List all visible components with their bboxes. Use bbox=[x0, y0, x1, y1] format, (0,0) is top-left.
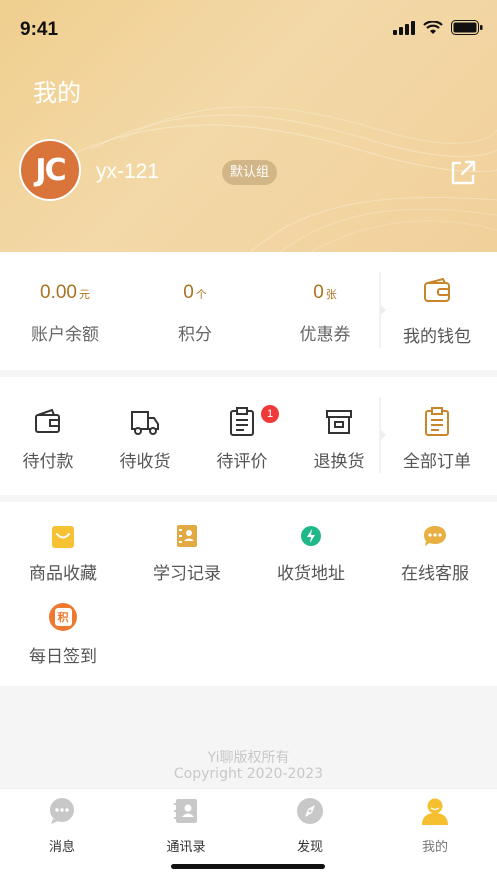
orders-card: 待付款 待收货 1 待评价 退换货 全部订单 bbox=[0, 377, 497, 495]
all-orders-button[interactable]: 全部订单 bbox=[382, 377, 492, 495]
wallet-button[interactable]: 我的钱包 bbox=[382, 252, 492, 370]
daily-checkin-button[interactable]: 积 每日签到 bbox=[8, 592, 118, 682]
tab-discover[interactable]: 发现 bbox=[248, 797, 372, 855]
tab-discover-label: 发现 bbox=[296, 840, 323, 855]
address-button[interactable]: 收货地址 bbox=[256, 502, 366, 584]
clipboard-icon bbox=[230, 407, 254, 436]
tab-messages[interactable]: 消息 bbox=[0, 797, 124, 855]
wifi-icon bbox=[423, 20, 443, 34]
points-label: 积分 bbox=[178, 325, 212, 345]
group-badge: 默认组 bbox=[222, 160, 278, 185]
home-indicator bbox=[171, 864, 325, 869]
compass-icon bbox=[297, 798, 323, 824]
customer-service-label: 在线客服 bbox=[401, 564, 469, 584]
tab-me[interactable]: 我的 bbox=[373, 797, 497, 855]
page-title: 我的 bbox=[33, 79, 81, 107]
wallet-label: 我的钱包 bbox=[403, 327, 471, 347]
balance-label: 账户余额 bbox=[31, 325, 99, 345]
tab-me-label: 我的 bbox=[421, 840, 448, 855]
address-label: 收货地址 bbox=[277, 564, 345, 584]
order-pending-payment[interactable]: 待付款 bbox=[0, 377, 103, 495]
balance-value: 0.00 bbox=[40, 282, 77, 303]
coupons-value: 0 bbox=[313, 282, 324, 303]
signal-icon bbox=[393, 20, 415, 35]
balance-unit: 元 bbox=[78, 289, 90, 301]
order-pending-review[interactable]: 1 待评价 bbox=[187, 377, 297, 495]
status-time: 9:41 bbox=[20, 19, 59, 40]
contacts-icon bbox=[174, 799, 197, 823]
clipboard-list-icon bbox=[425, 407, 449, 436]
coupons-label: 优惠券 bbox=[299, 325, 351, 345]
tab-contacts[interactable]: 通讯录 bbox=[124, 797, 248, 855]
sign-in-icon: 积 bbox=[49, 603, 77, 631]
points-value: 0 bbox=[183, 282, 194, 303]
truck-icon bbox=[131, 411, 159, 435]
archive-box-icon bbox=[326, 410, 352, 434]
copyright-line2: Copyright 2020-2023 bbox=[173, 766, 324, 782]
order-pending-receipt[interactable]: 待收货 bbox=[90, 377, 200, 495]
status-icons bbox=[393, 20, 483, 35]
message-icon bbox=[50, 798, 74, 824]
all-orders-label: 全部订单 bbox=[403, 452, 471, 472]
study-records-label: 学习记录 bbox=[153, 564, 221, 584]
favorites-label: 商品收藏 bbox=[29, 564, 97, 584]
coupons-unit: 张 bbox=[325, 289, 337, 301]
tab-messages-label: 消息 bbox=[48, 840, 75, 855]
study-records-button[interactable]: 学习记录 bbox=[132, 502, 242, 584]
review-count-badge: 1 bbox=[261, 405, 279, 423]
wallet-outline-icon bbox=[35, 408, 60, 433]
order-pending-receipt-label: 待收货 bbox=[119, 452, 171, 472]
location-icon bbox=[301, 526, 321, 546]
external-link-icon[interactable] bbox=[449, 159, 477, 187]
avatar[interactable]: JC bbox=[19, 139, 81, 201]
account-card: 0.00 元 账户余额 0个 积分 0张 优惠券 我的钱包 bbox=[0, 252, 497, 370]
status-bar: 9:41 bbox=[0, 0, 497, 60]
points-unit: 个 bbox=[195, 289, 207, 301]
customer-service-button[interactable]: 在线客服 bbox=[380, 502, 490, 584]
order-pending-review-label: 待评价 bbox=[216, 452, 268, 472]
chat-icon bbox=[424, 526, 446, 546]
favorites-button[interactable]: 商品收藏 bbox=[8, 502, 118, 584]
username: yx-121 bbox=[96, 160, 160, 183]
services-card: 商品收藏 学习记录 收货地址 在线客服 积 每日签到 bbox=[0, 502, 497, 686]
order-pending-payment-label: 待付款 bbox=[22, 452, 74, 472]
tab-contacts-label: 通讯录 bbox=[166, 840, 206, 855]
wallet-icon bbox=[424, 278, 450, 302]
shopping-bag-icon bbox=[52, 526, 74, 548]
user-icon bbox=[422, 798, 448, 825]
daily-checkin-label: 每日签到 bbox=[29, 647, 97, 667]
contact-book-icon bbox=[177, 525, 197, 547]
copyright-line1: Yi聊版权所有 bbox=[207, 750, 290, 766]
battery-icon bbox=[451, 20, 483, 35]
